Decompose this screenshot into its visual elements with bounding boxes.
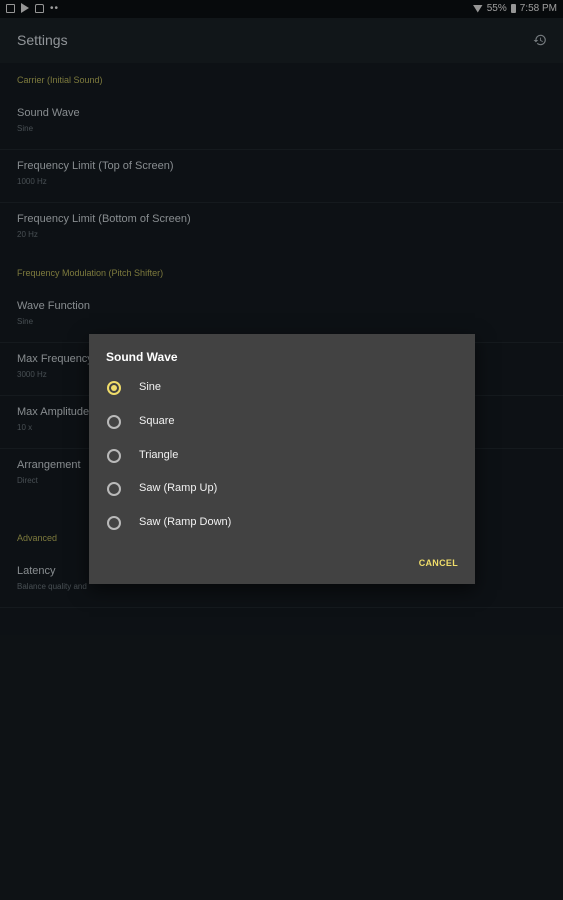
option-label: Saw (Ramp Up) (139, 482, 218, 494)
cancel-button[interactable]: CANCEL (419, 558, 458, 568)
radio-unselected-icon[interactable] (107, 449, 121, 463)
sound-wave-dialog: Sound Wave Sine Square Triangle Saw (Ram… (89, 334, 475, 584)
radio-unselected-icon[interactable] (107, 516, 121, 530)
option-square[interactable]: Square (89, 407, 475, 437)
option-sine[interactable]: Sine (89, 373, 475, 403)
radio-unselected-icon[interactable] (107, 482, 121, 496)
option-label: Square (139, 415, 175, 427)
dialog-title: Sound Wave (106, 350, 178, 364)
option-label: Sine (139, 381, 162, 393)
radio-selected-icon[interactable] (107, 381, 121, 395)
option-saw-ramp-up[interactable]: Saw (Ramp Up) (89, 474, 475, 504)
option-label: Triangle (139, 449, 179, 461)
option-saw-ramp-down[interactable]: Saw (Ramp Down) (89, 508, 475, 538)
option-triangle[interactable]: Triangle (89, 441, 475, 471)
radio-unselected-icon[interactable] (107, 415, 121, 429)
option-label: Saw (Ramp Down) (139, 516, 232, 528)
